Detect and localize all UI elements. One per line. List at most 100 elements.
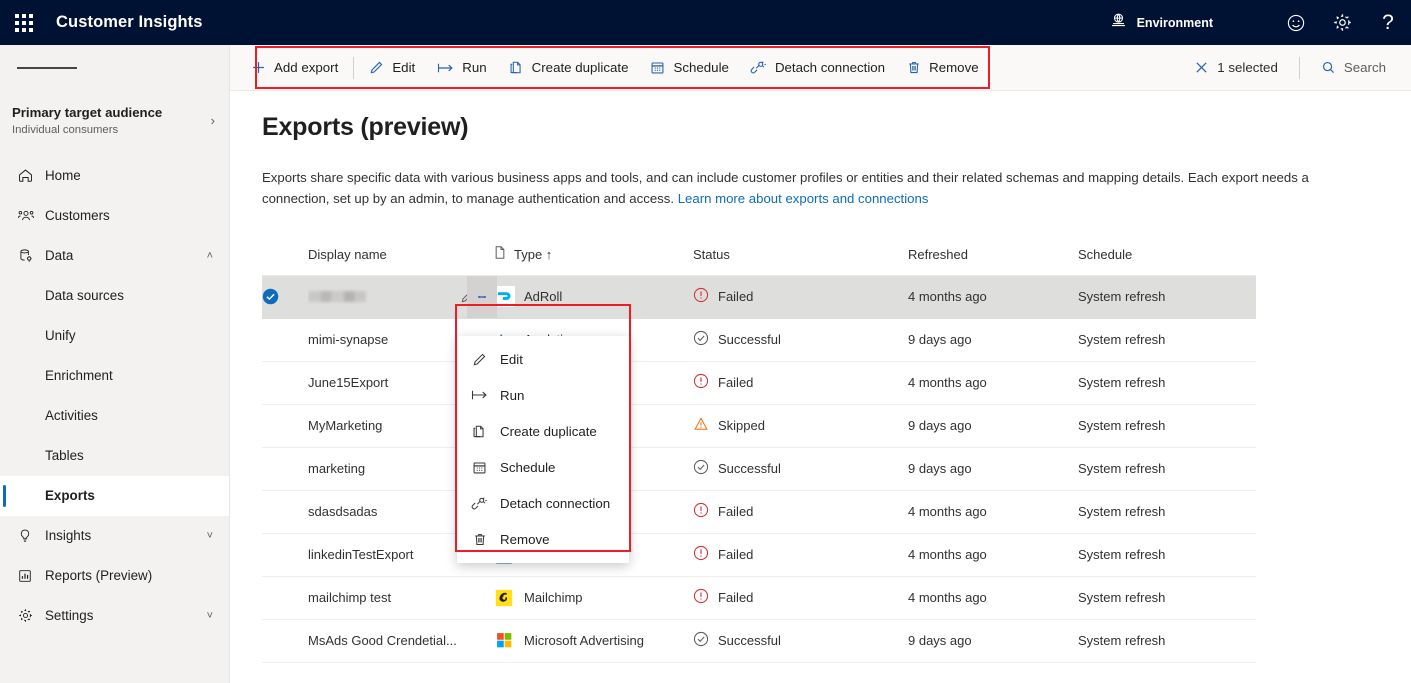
context-menu-run[interactable]: Run [457, 377, 629, 413]
sidebar-item-settings[interactable]: Settings ˅ [0, 596, 229, 636]
column-header-refreshed[interactable]: Refreshed [908, 247, 1078, 262]
context-menu-remove[interactable]: Remove [457, 521, 629, 557]
context-menu-label: Schedule [500, 459, 556, 475]
sidebar-toggle-hamburger-icon[interactable] [0, 45, 229, 91]
success-icon [693, 330, 709, 349]
redacted-name [308, 291, 366, 303]
help-question-mark: ? [1382, 11, 1394, 34]
row-display-name: MsAds Good Crendetial... [308, 633, 457, 649]
chevron-down-icon: ˅ [206, 529, 213, 542]
primary-target-audience-selector[interactable]: Primary target audience Individual consu… [0, 91, 229, 150]
sidebar-item-label: Home [45, 168, 81, 183]
exports-table: Display name Type ↑ Status Refreshed Sch… [230, 234, 1411, 663]
table-row[interactable]: mimi-synapse Analytics Succes [262, 319, 1256, 362]
sidebar-item-enrichment[interactable]: Enrichment [0, 356, 229, 396]
row-status-label: Skipped [718, 418, 765, 434]
context-menu-label: Edit [500, 351, 523, 367]
chevron-right-icon: › [210, 112, 215, 128]
context-menu-edit[interactable]: Edit [457, 341, 629, 377]
learn-more-link[interactable]: Learn more about exports and connections [678, 191, 929, 206]
row-schedule: System refresh [1078, 418, 1166, 434]
command-label: Run [462, 60, 487, 75]
create-duplicate-button[interactable]: Create duplicate [498, 50, 640, 86]
environment-picker[interactable]: Environment [1109, 11, 1213, 35]
row-status: Failed [693, 502, 908, 521]
globe-icon [1109, 11, 1128, 35]
row-refreshed: 4 months ago [908, 504, 987, 520]
sidebar-item-activities[interactable]: Activities [0, 396, 229, 436]
table-row[interactable]: linkedinTestExport LinkedIn Ads [262, 534, 1256, 577]
edit-button[interactable]: Edit [358, 50, 426, 86]
error-icon [693, 287, 709, 306]
row-refreshed: 9 days ago [908, 461, 972, 477]
feedback-smiley-icon[interactable] [1273, 0, 1319, 45]
chevron-up-icon: ˄ [206, 249, 213, 262]
row-type: Microsoft Advertising [493, 630, 693, 652]
row-more-actions-icon[interactable] [467, 275, 497, 318]
sidebar-item-reports[interactable]: Reports (Preview) [0, 556, 229, 596]
lightbulb-icon [17, 527, 45, 544]
run-button[interactable]: Run [426, 50, 497, 86]
home-icon [17, 167, 45, 184]
sidebar-item-exports[interactable]: Exports [0, 475, 229, 516]
row-refreshed: 9 days ago [908, 332, 972, 348]
table-row[interactable]: sdasdsadas Failed 4 months ago System re… [262, 491, 1256, 534]
sidebar-item-data[interactable]: Data ˄ [0, 236, 229, 276]
sidebar-item-insights[interactable]: Insights ˅ [0, 516, 229, 556]
sidebar-item-label: Reports (Preview) [45, 568, 153, 583]
page-description: Exports share specific data with various… [230, 167, 1390, 210]
clear-selection-button[interactable]: 1 selected [1183, 50, 1289, 86]
remove-button[interactable]: Remove [896, 50, 990, 86]
sidebar-item-label: Customers [45, 208, 110, 223]
command-label: Detach connection [774, 60, 886, 75]
sidebar-item-unify[interactable]: Unify [0, 316, 229, 356]
settings-gear-icon[interactable] [1319, 0, 1365, 45]
schedule-button[interactable]: Schedule [639, 50, 739, 86]
context-menu-create-duplicate[interactable]: Create duplicate [457, 413, 629, 449]
column-header-schedule[interactable]: Schedule [1078, 247, 1248, 262]
app-launcher-icon[interactable] [0, 0, 48, 45]
command-separator [1298, 56, 1300, 79]
pencil-icon [471, 352, 488, 367]
table-row[interactable]: AdRoll Failed 4 months ago System refres… [262, 275, 1256, 319]
sidebar-item-customers[interactable]: Customers [0, 196, 229, 236]
sidebar-item-label: Data sources [45, 288, 124, 303]
sidebar-item-tables[interactable]: Tables [0, 436, 229, 476]
row-status: Successful [693, 631, 908, 650]
context-menu-detach-connection[interactable]: Detach connection [457, 485, 629, 521]
sidebar-item-home[interactable]: Home [0, 156, 229, 196]
sidebar-item-label: Enrichment [45, 368, 113, 383]
column-header-display-name[interactable]: Display name [308, 247, 493, 262]
row-schedule: System refresh [1078, 547, 1166, 563]
table-row[interactable]: MsAds Good Crendetial... Microsoft Adver… [262, 620, 1256, 663]
row-status-label: Successful [718, 461, 781, 477]
chevron-down-icon: ˅ [206, 609, 213, 622]
context-menu-schedule[interactable]: Schedule [457, 449, 629, 485]
sidebar-nav-list: Home Customers Data ˄ Data sources Unify… [0, 156, 229, 636]
table-row[interactable]: MyMarketing Marketing (Out Sk [262, 405, 1256, 448]
row-type: Mailchimp [493, 587, 693, 609]
search-button[interactable]: Search [1310, 50, 1397, 86]
row-status: Failed [693, 373, 908, 392]
add-export-button[interactable]: Add export [240, 50, 349, 86]
sidebar-item-data-sources[interactable]: Data sources [0, 276, 229, 316]
file-icon [493, 245, 507, 263]
error-icon [693, 502, 709, 521]
column-header-status[interactable]: Status [693, 247, 908, 262]
column-header-type[interactable]: Type ↑ [493, 245, 693, 263]
success-icon [693, 459, 709, 478]
help-icon[interactable]: ? [1365, 0, 1411, 45]
table-row[interactable]: June15Export Failed 4 months ago System … [262, 362, 1256, 405]
detach-connection-button[interactable]: Detach connection [740, 50, 896, 86]
main-content: Add export Edit Run Create duplicate Sch… [230, 45, 1411, 683]
row-checkbox[interactable] [262, 288, 308, 305]
sidebar-item-label: Settings [45, 608, 94, 623]
table-row[interactable]: mailchimp test Mailchimp Failed 4 months… [262, 577, 1256, 620]
calendar-icon [471, 460, 488, 475]
people-icon [17, 207, 45, 224]
table-row[interactable]: marketing Marketing (Out Succ [262, 448, 1256, 491]
row-refreshed: 4 months ago [908, 547, 987, 563]
row-refreshed: 4 months ago [908, 375, 987, 391]
warning-icon [693, 416, 709, 435]
row-schedule: System refresh [1078, 590, 1166, 606]
